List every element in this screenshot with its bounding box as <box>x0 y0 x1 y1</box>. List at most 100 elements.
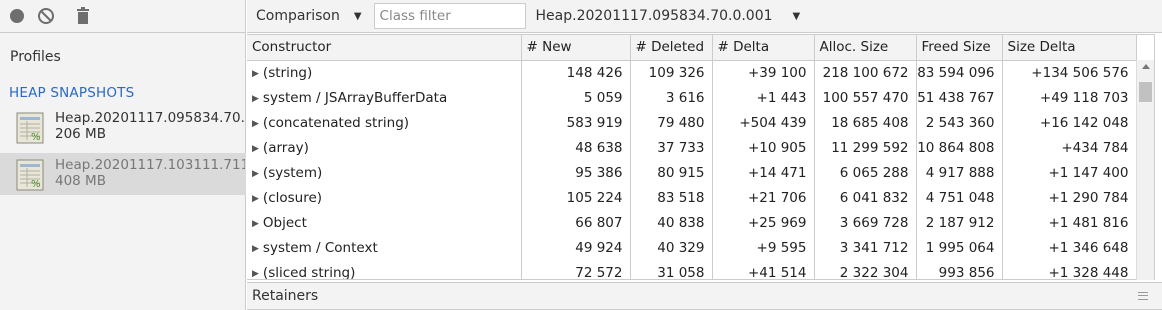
column-header-deleted[interactable]: # Deleted <box>630 35 713 61</box>
deleted-cell: 40 838 <box>630 210 713 235</box>
freed-size-cell: 10 864 808 <box>916 135 1003 160</box>
snapshot-item[interactable]: % Heap.20201117.095834.70.0.001 206 MB <box>0 106 246 148</box>
new-cell: 5 059 <box>521 85 631 110</box>
column-header-delta[interactable]: # Delta <box>712 35 815 61</box>
class-filter-input[interactable] <box>373 3 526 29</box>
table-header-row: Constructor # New # Deleted # Delta Allo… <box>247 35 1137 61</box>
retainers-panel: Retainers <box>247 282 1162 310</box>
freed-size-cell: 2 543 360 <box>916 110 1003 135</box>
table-row[interactable]: ▶ system / Context 49 924 40 329 +9 595 3 341… <box>247 235 1137 260</box>
expand-triangle-icon[interactable]: ▶ <box>252 144 259 154</box>
freed-size-cell: 1 995 064 <box>916 235 1003 260</box>
size-delta-cell: +1 328 448 <box>1002 260 1137 280</box>
alloc-size-cell: 3 669 728 <box>814 210 917 235</box>
constructor-cell: ▶ Object <box>247 210 522 235</box>
new-cell: 72 572 <box>521 260 631 280</box>
alloc-size-cell: 100 557 470 <box>814 85 917 110</box>
constructor-cell: ▶ system / JSArrayBufferData <box>247 85 522 110</box>
table-row[interactable]: ▶ (string) 148 426 109 326 +39 100 218 100 67… <box>247 60 1137 85</box>
expand-triangle-icon[interactable]: ▶ <box>252 244 259 254</box>
profiles-sidebar: Profiles HEAP SNAPSHOTS % Heap.20201117.… <box>0 0 246 310</box>
snapshot-icon: % <box>16 159 44 191</box>
chevron-down-icon: ▼ <box>353 10 362 22</box>
column-header-alloc-size[interactable]: Alloc. Size <box>814 35 917 61</box>
constructor-name: (concatenated string) <box>262 114 410 131</box>
constructor-cell: ▶ (array) <box>247 135 522 160</box>
expand-triangle-icon[interactable]: ▶ <box>252 269 259 279</box>
new-cell: 148 426 <box>521 60 631 85</box>
constructor-cell: ▶ (closure) <box>247 185 522 210</box>
scroll-thumb[interactable] <box>1139 82 1152 102</box>
delta-cell: +41 514 <box>712 260 815 280</box>
retainers-title: Retainers <box>252 288 319 304</box>
constructor-name: system / Context <box>262 239 378 256</box>
column-header-new[interactable]: # New <box>521 35 631 61</box>
profiles-title: Profiles <box>10 49 61 65</box>
deleted-cell: 31 058 <box>630 260 713 280</box>
constructor-cell: ▶ (system) <box>247 160 522 185</box>
constructor-name: (closure) <box>262 189 323 206</box>
new-cell: 49 924 <box>521 235 631 260</box>
size-delta-cell: +434 784 <box>1002 135 1137 160</box>
column-header-freed-size[interactable]: Freed Size <box>916 35 1003 61</box>
delta-cell: +39 100 <box>712 60 815 85</box>
svg-text:%: % <box>31 132 41 143</box>
snapshot-name: Heap.20201117.095834.70.0.001 <box>55 110 245 126</box>
alloc-size-cell: 6 041 832 <box>814 185 917 210</box>
table-row[interactable]: ▶ (concatenated string) 583 919 79 480 +504 … <box>247 110 1137 135</box>
constructor-name: (array) <box>262 139 309 156</box>
snapshot-size: 408 MB <box>55 173 106 189</box>
freed-size-cell: 51 438 767 <box>916 85 1003 110</box>
column-header-size-delta[interactable]: Size Delta <box>1002 35 1137 61</box>
size-delta-cell: +1 481 816 <box>1002 210 1137 235</box>
clear-icon[interactable] <box>37 7 55 25</box>
profiles-toolbar <box>0 0 245 33</box>
table-row[interactable]: ▶ system / JSArrayBufferData 5 059 3 616 +1 … <box>247 85 1137 110</box>
svg-text:%: % <box>31 179 41 190</box>
freed-size-cell: 993 856 <box>916 260 1003 280</box>
size-delta-cell: +16 142 048 <box>1002 110 1137 135</box>
size-delta-cell: +49 118 703 <box>1002 85 1137 110</box>
resize-grip-icon[interactable] <box>1138 292 1148 300</box>
expand-triangle-icon[interactable]: ▶ <box>252 119 259 129</box>
table-row[interactable]: ▶ (system) 95 386 80 915 +14 471 6 065 288 4 9… <box>247 160 1137 185</box>
freed-size-cell: 4 751 048 <box>916 185 1003 210</box>
alloc-size-cell: 3 341 712 <box>814 235 917 260</box>
constructor-cell: ▶ (concatenated string) <box>247 110 522 135</box>
alloc-size-cell: 2 322 304 <box>814 260 917 280</box>
constructor-name: (string) <box>262 64 313 81</box>
view-mode-select[interactable]: Comparison ▼ <box>256 8 362 24</box>
table-scrollbar[interactable] <box>1136 60 1154 280</box>
comparison-table: Constructor # New # Deleted # Delta Allo… <box>247 35 1154 280</box>
column-header-constructor[interactable]: Constructor <box>247 35 522 61</box>
delta-cell: +504 439 <box>712 110 815 135</box>
snapshot-item-selected[interactable]: % Heap.20201117.103111.7114.0.002 408 MB <box>0 153 246 195</box>
expand-triangle-icon[interactable]: ▶ <box>252 69 259 79</box>
delta-cell: +9 595 <box>712 235 815 260</box>
base-snapshot-select[interactable]: Heap.20201117.095834.70.0.001 ▼ <box>536 8 801 24</box>
delta-cell: +25 969 <box>712 210 815 235</box>
scroll-up-arrow-icon[interactable] <box>1142 64 1150 69</box>
table-row[interactable]: ▶ (sliced string) 72 572 31 058 +41 514 2 322… <box>247 260 1137 280</box>
table-row[interactable]: ▶ (array) 48 638 37 733 +10 905 11 299 592 10 … <box>247 135 1137 160</box>
expand-triangle-icon[interactable]: ▶ <box>252 169 259 179</box>
constructor-name: (system) <box>262 164 323 181</box>
deleted-cell: 40 329 <box>630 235 713 260</box>
snapshot-toolbar: Comparison ▼ Heap.20201117.095834.70.0.0… <box>247 0 1162 33</box>
new-cell: 48 638 <box>521 135 631 160</box>
expand-triangle-icon[interactable]: ▶ <box>252 219 259 229</box>
trash-icon[interactable] <box>74 7 92 25</box>
chevron-down-icon: ▼ <box>792 10 801 22</box>
constructor-name: system / JSArrayBufferData <box>262 89 448 106</box>
table-row[interactable]: ▶ Object 66 807 40 838 +25 969 3 669 728 2 187… <box>247 210 1137 235</box>
new-cell: 95 386 <box>521 160 631 185</box>
table-row[interactable]: ▶ (closure) 105 224 83 518 +21 706 6 041 832 4… <box>247 185 1137 210</box>
deleted-cell: 79 480 <box>630 110 713 135</box>
snapshot-name: Heap.20201117.103111.7114.0.002 <box>55 157 245 173</box>
record-icon[interactable] <box>8 7 26 25</box>
base-snapshot-label: Heap.20201117.095834.70.0.001 <box>535 8 773 24</box>
constructor-cell: ▶ (sliced string) <box>247 260 522 280</box>
expand-triangle-icon[interactable]: ▶ <box>252 94 259 104</box>
deleted-cell: 37 733 <box>630 135 713 160</box>
expand-triangle-icon[interactable]: ▶ <box>252 194 259 204</box>
